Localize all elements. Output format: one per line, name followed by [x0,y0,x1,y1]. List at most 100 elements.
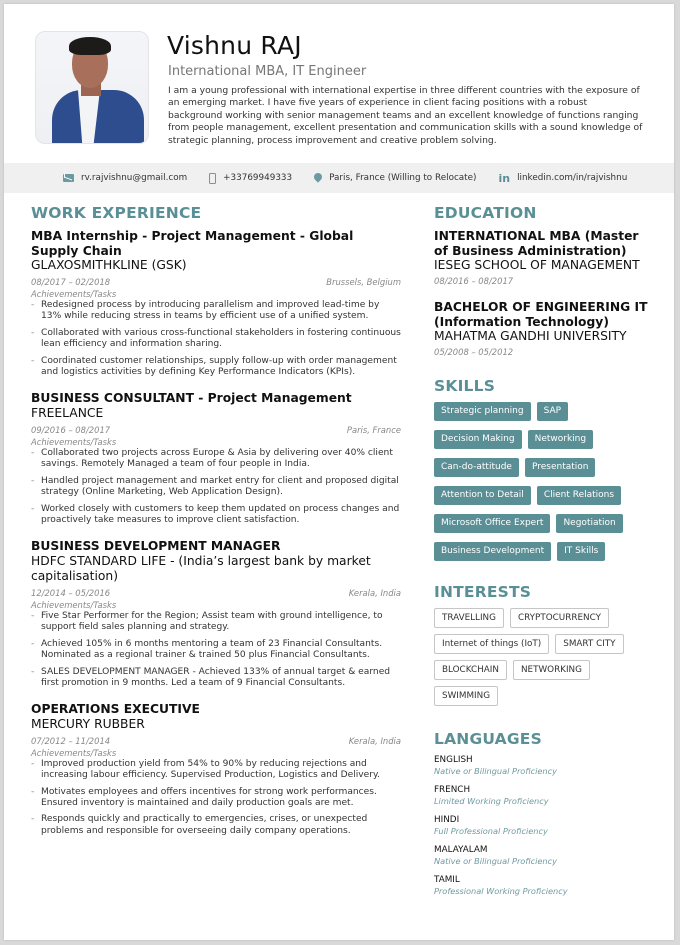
profile-photo [35,31,149,144]
location-pin-icon [312,171,324,183]
job-company: GLAXOSMITHKLINE (GSK) [31,258,187,272]
location-text: Paris, France (Willing to Relocate) [329,173,477,183]
language-entry: HINDI Full Professional Proficiency [434,815,654,837]
task-list: Improved production yield from 54% to 90… [31,759,401,837]
school-name: IESEG SCHOOL OF MANAGEMENT [434,258,640,272]
task-item: Worked closely with customers to keep th… [31,504,401,527]
tasks-label: Achievements/Tasks [31,599,117,610]
skill-tag: Decision Making [434,430,522,449]
language-name: MALAYALAM [434,845,488,855]
right-column: EDUCATION INTERNATIONAL MBA (Master of B… [434,204,654,905]
skill-tag: SAP [536,402,569,421]
task-item: Motivates employees and offers incentive… [31,787,401,810]
contact-phone[interactable]: +33769949333 [209,172,292,184]
education-list: INTERNATIONAL MBA (Master of Business Ad… [434,229,654,357]
interest-tag: CRYPTOCURRENCY [509,608,609,628]
job-meta: 09/2016 – 08/2017 Paris, France [31,424,401,436]
job-entry: MBA Internship - Project Management - Gl… [31,229,401,378]
task-item: Achieved 105% in 6 months mentoring a te… [31,639,401,662]
job-dates: 09/2016 – 08/2017 [31,424,111,435]
interest-tag: TRAVELLING [434,608,504,628]
interests-list: TRAVELLING CRYPTOCURRENCY Internet of thin… [434,608,644,706]
job-entry: BUSINESS CONSULTANT - Project Management… [31,391,401,526]
degree-title: INTERNATIONAL MBA (Master of Business Ad… [434,229,639,258]
job-location: Kerala, India [348,587,401,598]
language-level: Professional Working Proficiency [434,886,568,896]
language-name: FRENCH [434,785,471,795]
job-dates: 12/2014 – 05/2016 [31,587,111,598]
languages-list: ENGLISH Native or Bilingual Proficiency FR… [434,755,654,897]
task-item: Collaborated two projects across Europe … [31,448,401,471]
profile-summary: I am a young professional with internati… [168,85,643,146]
contact-email[interactable]: rv.rajvishnu@gmail.com [63,173,187,183]
contact-linkedin[interactable]: in linkedin.com/in/rajvishnu [498,172,627,185]
language-level: Native or Bilingual Proficiency [434,856,557,866]
skill-tag: Microsoft Office Expert [434,514,551,533]
work-experience-title: WORK EXPERIENCE [31,204,202,222]
education-dates: 08/2016 – 08/2017 [434,276,514,286]
language-entry: TAMIL Professional Working Proficiency [434,875,654,897]
language-level: Limited Working Proficiency [434,796,549,806]
phone-text[interactable]: +33769949333 [223,173,292,183]
job-location: Kerala, India [348,735,401,746]
school-name: MAHATMA GANDHI UNIVERSITY [434,329,627,343]
task-item: Collaborated with various cross-function… [31,328,401,351]
task-list: Five Star Performer for the Region; Assi… [31,611,401,689]
language-level: Full Professional Proficiency [434,826,548,836]
tasks-label: Achievements/Tasks [31,436,117,447]
job-title: MBA Internship - Project Management - Gl… [31,229,354,258]
language-name: TAMIL [434,875,460,885]
job-meta: 12/2014 – 05/2016 Kerala, India [31,587,401,599]
task-item: Coordinated customer relationships, supp… [31,356,401,379]
task-item: Responds quickly and practically to emer… [31,814,401,837]
job-entry: OPERATIONS EXECUTIVE MERCURY RUBBER 07/201… [31,702,401,837]
skill-tag: Networking [527,430,594,449]
job-dates: 08/2017 – 02/2018 [31,277,111,287]
job-dates: 07/2012 – 11/2014 [31,735,111,746]
job-meta: 07/2012 – 11/2014 Kerala, India [31,735,401,747]
interest-tag: NETWORKING [512,660,590,680]
mail-icon [63,174,74,182]
job-entry: BUSINESS DEVELOPMENT MANAGER HDFC STANDAR… [31,539,401,689]
job-company: FREELANCE [31,405,104,420]
candidate-name: Vishnu RAJ [167,31,302,60]
candidate-subtitle: International MBA, IT Engineer [168,64,367,79]
education-dates: 05/2008 – 05/2012 [434,347,514,357]
contact-location: Paris, France (Willing to Relocate) [312,171,477,183]
job-title: BUSINESS DEVELOPMENT MANAGER [31,539,281,554]
email-text[interactable]: rv.rajvishnu@gmail.com [81,173,187,183]
photo-hair [69,37,111,55]
language-entry: FRENCH Limited Working Proficiency [434,785,654,807]
skill-tag: Business Development [434,542,552,561]
education-entry: INTERNATIONAL MBA (Master of Business Ad… [434,229,654,286]
language-entry: ENGLISH Native or Bilingual Proficiency [434,755,654,777]
job-company: MERCURY RUBBER [31,716,145,731]
phone-icon [209,172,217,184]
skill-tag: Can-do-attitude [434,458,519,477]
language-name: ENGLISH [434,755,473,765]
degree-title: BACHELOR OF ENGINEERING IT (Information … [434,300,648,329]
job-company: HDFC STANDARD LIFE - (India’s largest ba… [31,553,371,583]
education-entry: BACHELOR OF ENGINEERING IT (Information … [434,300,654,357]
task-list: Collaborated two projects across Europe … [31,448,401,526]
interests-title: INTERESTS [434,583,532,601]
left-column: WORK EXPERIENCE MBA Internship - Project… [31,204,401,850]
interest-tag: SMART CITY [555,634,624,654]
tasks-label: Achievements/Tasks [31,747,117,758]
job-meta: 08/2017 – 02/2018 Brussels, Belgium [31,276,401,288]
job-list: MBA Internship - Project Management - Gl… [31,229,401,837]
job-location: Paris, France [346,424,401,435]
skill-tag: IT Skills [557,542,606,561]
skill-tag: Presentation [524,458,596,477]
task-item: Five Star Performer for the Region; Assi… [31,611,401,634]
skill-tag: Client Relations [536,486,622,505]
job-title: BUSINESS CONSULTANT - Project Management [31,391,352,406]
interest-tag: Internet of things (IoT) [434,634,550,654]
task-item: SALES DEVELOPMENT MANAGER - Achieved 133… [31,667,401,690]
interest-tag: BLOCKCHAIN [434,660,507,680]
linkedin-text[interactable]: linkedin.com/in/rajvishnu [517,173,627,183]
skill-tag: Attention to Detail [434,486,531,505]
skill-tag: Negotiation [556,514,623,533]
language-level: Native or Bilingual Proficiency [434,766,557,776]
interest-tag: SWIMMING [434,686,499,706]
